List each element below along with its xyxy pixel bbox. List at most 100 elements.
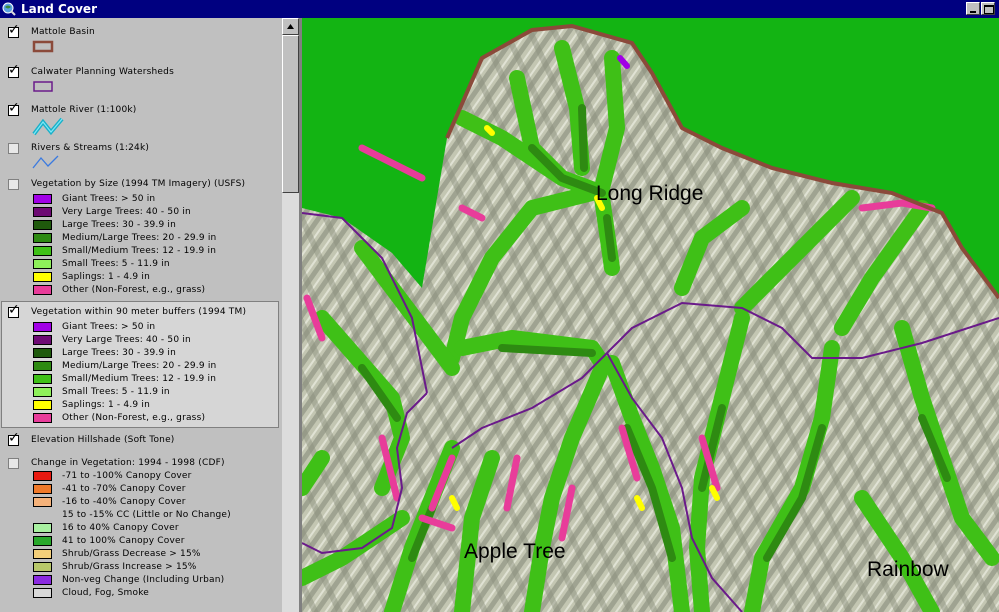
layer-rivers-streams[interactable]: Rivers & Streams (1:24k) [0,140,282,172]
legend-scrollbar[interactable] [282,18,299,612]
class-label: Small Trees: 5 - 11.9 in [62,387,170,397]
class-swatch [33,471,52,481]
legend-class-row: Very Large Trees: 40 - 50 in [0,334,282,347]
title-bar: Land Cover [0,0,999,18]
layer-checkbox[interactable]: ✓ [8,101,20,116]
layer-elevation-hillshade[interactable]: ✓ Elevation Hillshade (Soft Tone) [0,431,282,450]
legend-class-row: -71 to -100% Canopy Cover [0,470,282,483]
class-label: Giant Trees: > 50 in [62,322,156,332]
river-line-symbol [32,117,64,136]
class-label: Giant Trees: > 50 in [62,194,156,204]
class-swatch [33,497,52,507]
minimize-button[interactable] [966,2,980,15]
layer-name: Vegetation by Size (1994 TM Imagery) (US… [31,179,246,189]
class-label: Shrub/Grass Decrease > 15% [62,549,201,559]
globe-icon [2,2,16,16]
class-swatch [33,207,52,217]
legend-class-row: Saplings: 1 - 4.9 in [0,399,282,412]
layer-change-in-vegetation[interactable]: Change in Vegetation: 1994 - 1998 (CDF) … [0,455,282,612]
layer-vegetation-by-size[interactable]: Vegetation by Size (1994 TM Imagery) (US… [0,176,282,298]
place-label-long-ridge: Long Ridge [596,182,704,205]
scroll-thumb[interactable] [282,35,299,193]
stream-line-symbol [32,155,59,169]
legend-class-row: Very Large Trees: 40 - 50 in [0,206,282,219]
class-swatch [33,233,52,243]
legend-class-row: 16 to 40% Canopy Cover [0,522,282,535]
class-label: -71 to -100% Canopy Cover [62,471,192,481]
class-label: Other (Non-Forest, e.g., grass) [62,413,206,423]
layer-calwater-watersheds[interactable]: ✓ Calwater Planning Watersheds [0,63,282,100]
minimize-icon [970,11,976,13]
map-canvas [302,23,999,612]
class-label: Very Large Trees: 40 - 50 in [62,207,191,217]
legend-class-row: Small/Medium Trees: 12 - 19.9 in [0,245,282,258]
class-swatch [33,374,52,384]
place-label-rainbow: Rainbow [867,558,949,581]
layer-mattole-river[interactable]: ✓ Mattole River (1:100k) [0,101,282,138]
layer-name: Mattole Basin [31,27,95,37]
class-swatch [33,272,52,282]
layer-checkbox[interactable] [8,143,19,154]
class-label: Medium/Large Trees: 20 - 29.9 in [62,361,217,371]
legend-class-row: Medium/Large Trees: 20 - 29.9 in [0,360,282,373]
class-label: Saplings: 1 - 4.9 in [62,400,151,410]
class-label: 41 to 100% Canopy Cover [62,536,185,546]
legend-class-row: Other (Non-Forest, e.g., grass) [0,412,282,425]
class-swatch [33,562,52,572]
class-label: Shrub/Grass Increase > 15% [62,562,197,572]
layer-mattole-basin[interactable]: ✓ Mattole Basin [0,23,282,60]
class-label: Very Large Trees: 40 - 50 in [62,335,191,345]
legend-class-row: 15 to -15% CC (Little or No Change) [0,509,282,522]
class-label: Other (Non-Forest, e.g., grass) [62,285,206,295]
legend-class-row: Small/Medium Trees: 12 - 19.9 in [0,373,282,386]
class-label: Large Trees: 30 - 39.9 in [62,348,177,358]
legend-class-row: Large Trees: 30 - 39.9 in [0,347,282,360]
legend-panel: ✓ Mattole Basin ✓ Calwater Planning Wate… [0,18,282,612]
layer-vegetation-buffers[interactable]: ✓ Vegetation within 90 meter buffers (19… [0,303,282,426]
legend-class-row: Medium/Large Trees: 20 - 29.9 in [0,232,282,245]
class-swatch [33,536,52,546]
legend-class-row: -16 to -40% Canopy Cover [0,496,282,509]
checkmark-icon: ✓ [8,302,20,318]
legend-class-row: 41 to 100% Canopy Cover [0,535,282,548]
legend-class-row: Shrub/Grass Increase > 15% [0,561,282,574]
class-swatch [33,387,52,397]
class-label: 15 to -15% CC (Little or No Change) [62,510,231,520]
class-label: Small/Medium Trees: 12 - 19.9 in [62,374,217,384]
layer-checkbox[interactable] [8,179,19,190]
layer-checkbox[interactable]: ✓ [8,303,20,318]
maximize-icon [984,5,994,14]
checkmark-icon: ✓ [8,22,20,38]
layer-name: Change in Vegetation: 1994 - 1998 (CDF) [31,458,225,468]
class-label: Medium/Large Trees: 20 - 29.9 in [62,233,217,243]
scroll-up-button[interactable] [282,18,299,35]
legend-class-row: Small Trees: 5 - 11.9 in [0,258,282,271]
class-swatch [33,361,52,371]
class-swatch [33,246,52,256]
legend-class-row: Small Trees: 5 - 11.9 in [0,386,282,399]
class-swatch [33,400,52,410]
legend-class-row: Saplings: 1 - 4.9 in [0,271,282,284]
arrow-up-icon [287,24,294,29]
legend-class-row: Giant Trees: > 50 in [0,321,282,334]
layer-name: Elevation Hillshade (Soft Tone) [31,435,175,445]
class-swatch [33,259,52,269]
layer-checkbox[interactable] [8,458,19,469]
layer-checkbox[interactable]: ✓ [8,23,20,38]
legend-class-row: -41 to -70% Canopy Cover [0,483,282,496]
class-label: Saplings: 1 - 4.9 in [62,272,151,282]
map-view[interactable]: Long Ridge Apple Tree Rainbow [302,18,999,612]
place-label-apple-tree: Apple Tree [464,540,566,563]
class-swatch [33,549,52,559]
legend-class-row: Giant Trees: > 50 in [0,193,282,206]
class-swatch [33,588,52,598]
layer-checkbox[interactable]: ✓ [8,431,20,446]
class-swatch [33,575,52,585]
class-label: -41 to -70% Canopy Cover [62,484,186,494]
basin-outline-symbol [32,40,54,53]
maximize-button[interactable] [981,2,995,15]
legend-class-row: Other (Non-Forest, e.g., grass) [0,284,282,297]
layer-checkbox[interactable]: ✓ [8,63,20,78]
watershed-outline-symbol [33,81,53,92]
layer-name: Mattole River (1:100k) [31,105,137,115]
